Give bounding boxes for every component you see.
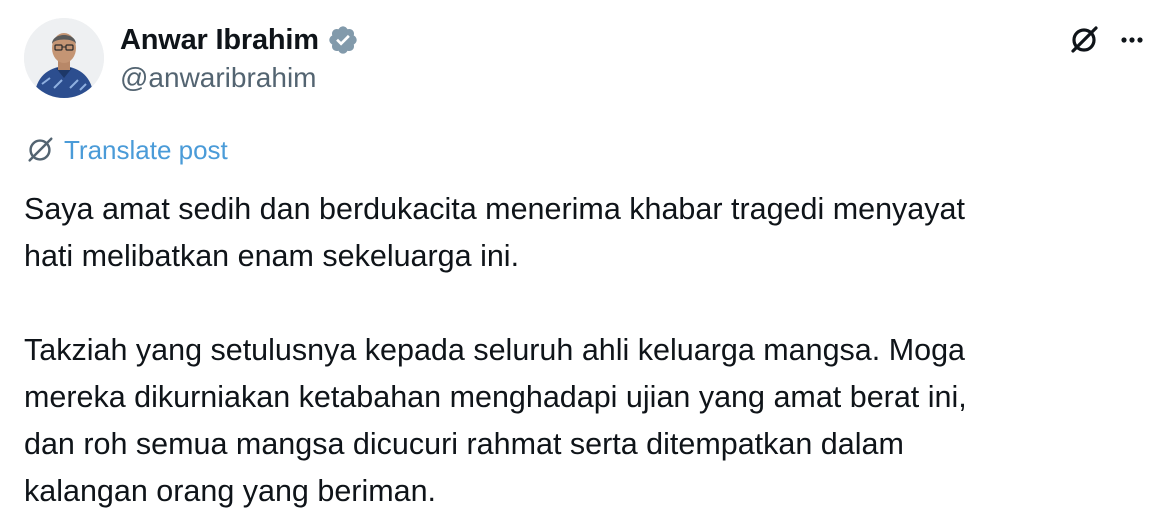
avatar-photo (24, 18, 104, 98)
translate-post-label[interactable]: Translate post (64, 135, 228, 166)
author-display-name[interactable]: Anwar Ibrahim (120, 24, 319, 57)
grok-button[interactable] (1064, 20, 1104, 60)
verified-badge-icon (327, 24, 359, 56)
author-name-row: Anwar Ibrahim (120, 20, 359, 60)
translate-icon (28, 137, 53, 162)
more-dots-icon (1121, 37, 1143, 43)
translate-post-link[interactable]: Translate post (24, 132, 228, 168)
tweet-card: Anwar Ibrahim @anwaribrahim Translate po… (0, 0, 1170, 530)
avatar[interactable] (24, 18, 104, 98)
more-options-button[interactable] (1112, 20, 1152, 60)
grok-slash-icon (1071, 26, 1098, 53)
author-handle[interactable]: @anwaribrahim (120, 62, 317, 94)
post-body-text: Saya amat sedih dan berdukacita menerima… (24, 192, 967, 508)
